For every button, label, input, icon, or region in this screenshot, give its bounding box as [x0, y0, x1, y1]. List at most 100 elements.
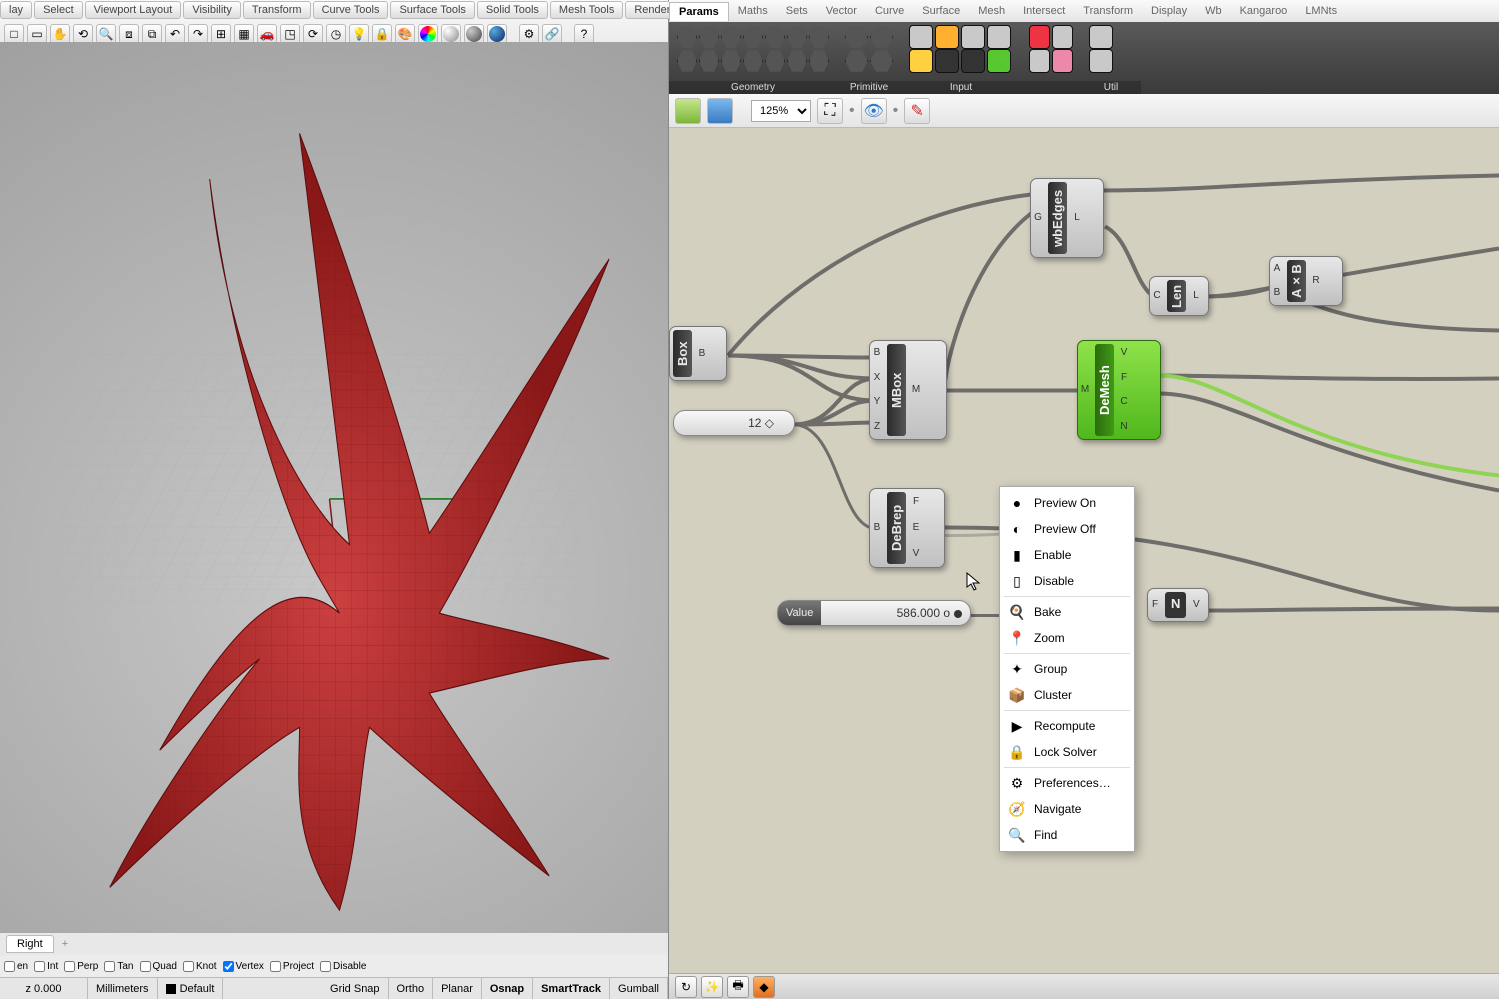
shelf-group-label[interactable]: Geometry	[669, 81, 837, 94]
shelf-component-icon[interactable]	[961, 49, 985, 73]
sphere2-icon[interactable]	[464, 24, 484, 44]
component-n[interactable]: F N V	[1147, 588, 1209, 622]
gh-tab-intersect[interactable]: Intersect	[1014, 2, 1074, 20]
car-icon[interactable]: 🚗	[257, 24, 277, 44]
component-debrep[interactable]: B DeBrep FEV	[869, 488, 945, 568]
shelf-component-icon[interactable]	[721, 49, 741, 73]
shelf-component-icon[interactable]	[677, 49, 697, 73]
slider-12[interactable]: 12 ◇	[673, 410, 795, 436]
open-file-icon[interactable]	[675, 98, 701, 124]
status-toggle-gridsnap[interactable]: Grid Snap	[322, 978, 389, 999]
shape-icon[interactable]: ◆	[753, 976, 775, 998]
new-icon[interactable]: □	[4, 24, 24, 44]
gh-tab-vector[interactable]: Vector	[817, 2, 866, 20]
refresh-icon[interactable]: ⟳	[303, 24, 323, 44]
shelf-component-icon[interactable]	[1052, 25, 1073, 49]
shelf-component-icon[interactable]	[1029, 25, 1050, 49]
rhino-tab-solid-tools[interactable]: Solid Tools	[477, 1, 548, 19]
gh-tab-params[interactable]: Params	[669, 2, 729, 21]
gh-tab-lmnts[interactable]: LMNts	[1296, 2, 1346, 20]
grid-icon[interactable]: ⊞	[211, 24, 231, 44]
zoom-icon[interactable]: 🔍	[96, 24, 116, 44]
ctx-zoom[interactable]: 📍Zoom	[1000, 625, 1134, 651]
ctx-recompute[interactable]: ▶Recompute	[1000, 713, 1134, 739]
ctx-enable[interactable]: ▮Enable	[1000, 542, 1134, 568]
shelf-component-icon[interactable]	[870, 49, 893, 73]
shelf-component-icon[interactable]	[870, 25, 893, 49]
rhino-tab-curve-tools[interactable]: Curve Tools	[313, 1, 389, 19]
component-mbox[interactable]: BXYZ MBox M	[869, 340, 947, 440]
zoom-select[interactable]: 125%	[751, 100, 811, 122]
render-icon[interactable]: 💡	[349, 24, 369, 44]
shelf-component-icon[interactable]	[765, 25, 785, 49]
shelf-component-icon[interactable]	[1029, 49, 1050, 73]
rhino-viewport[interactable]	[0, 42, 668, 933]
component-demesh[interactable]: M DeMesh VFCN	[1077, 340, 1161, 440]
clock-icon[interactable]: ◷	[326, 24, 346, 44]
status-toggle-planar[interactable]: Planar	[433, 978, 482, 999]
shelf-component-icon[interactable]	[909, 49, 933, 73]
shelf-group-label[interactable]	[1021, 81, 1081, 94]
shelf-component-icon[interactable]	[809, 49, 829, 73]
help-icon[interactable]: ?	[574, 24, 594, 44]
zoom-extents-icon[interactable]: ⛶	[817, 98, 843, 124]
osnap-tan[interactable]: Tan	[104, 961, 133, 972]
osnap-disable[interactable]: Disable	[320, 961, 366, 972]
shelf-group-label[interactable]: Input	[901, 81, 1021, 94]
gh-tab-mesh[interactable]: Mesh	[969, 2, 1014, 20]
shelf-component-icon[interactable]	[909, 25, 933, 49]
layers-icon[interactable]: ▦	[234, 24, 254, 44]
component-len[interactable]: C Len L	[1149, 276, 1209, 316]
shelf-component-icon[interactable]	[743, 25, 763, 49]
zoom-ext-icon[interactable]: ⧉	[142, 24, 162, 44]
rhino-tab-lay[interactable]: lay	[0, 1, 32, 19]
shelf-component-icon[interactable]	[1052, 49, 1073, 73]
zoom-win-icon[interactable]: ⧈	[119, 24, 139, 44]
ctx-cluster[interactable]: 📦Cluster	[1000, 682, 1134, 708]
sphere1-icon[interactable]	[441, 24, 461, 44]
component-axb[interactable]: AB A×B R	[1269, 256, 1343, 306]
ctx-preview-off[interactable]: ◐Preview Off	[1000, 516, 1134, 542]
ctx-group[interactable]: ✦Group	[1000, 656, 1134, 682]
pan-icon[interactable]: ✋	[50, 24, 70, 44]
shelf-component-icon[interactable]	[1089, 25, 1113, 49]
shelf-component-icon[interactable]	[1089, 49, 1113, 73]
shelf-component-icon[interactable]	[765, 49, 785, 73]
wand-icon[interactable]: ✨	[701, 976, 723, 998]
osnap-int[interactable]: Int	[34, 961, 58, 972]
gh-tab-wb[interactable]: Wb	[1196, 2, 1231, 20]
lock-icon[interactable]: 🔒	[372, 24, 392, 44]
status-toggle-smarttrack[interactable]: SmartTrack	[533, 978, 610, 999]
component-box[interactable]: Box B	[669, 326, 727, 381]
status-toggle-ortho[interactable]: Ortho	[389, 978, 434, 999]
ctx-navigate[interactable]: 🧭Navigate	[1000, 796, 1134, 822]
gh-tab-kangaroo[interactable]: Kangaroo	[1231, 2, 1297, 20]
component-wbedges[interactable]: G wbEdges L	[1030, 178, 1104, 258]
shelf-component-icon[interactable]	[987, 49, 1011, 73]
shelf-component-icon[interactable]	[699, 25, 719, 49]
shelf-component-icon[interactable]	[787, 25, 807, 49]
gh-tab-surface[interactable]: Surface	[913, 2, 969, 20]
viewport-add-tab[interactable]: +	[54, 936, 76, 952]
ctx-disable[interactable]: ▯Disable	[1000, 568, 1134, 594]
rhino-tab-mesh-tools[interactable]: Mesh Tools	[550, 1, 623, 19]
open-icon[interactable]: ▭	[27, 24, 47, 44]
save-file-icon[interactable]	[707, 98, 733, 124]
shelf-component-icon[interactable]	[809, 25, 829, 49]
status-layer[interactable]: Default	[158, 978, 224, 999]
shelf-component-icon[interactable]	[961, 25, 985, 49]
shelf-component-icon[interactable]	[935, 49, 959, 73]
undo-icon[interactable]: ↶	[165, 24, 185, 44]
gh-tab-sets[interactable]: Sets	[777, 2, 817, 20]
ctx-preview-on[interactable]: ●Preview On	[1000, 490, 1134, 516]
shelf-component-icon[interactable]	[699, 49, 719, 73]
shelf-component-icon[interactable]	[845, 25, 868, 49]
shelf-component-icon[interactable]	[721, 25, 741, 49]
preview-mode-icon[interactable]: 👁	[861, 98, 887, 124]
shelf-component-icon[interactable]	[845, 49, 868, 73]
ctx-find[interactable]: 🔍Find	[1000, 822, 1134, 848]
rhino-tab-viewport-layout[interactable]: Viewport Layout	[85, 1, 182, 19]
shelf-component-icon[interactable]	[743, 49, 763, 73]
gh-tab-maths[interactable]: Maths	[729, 2, 777, 20]
osnap-quad[interactable]: Quad	[140, 961, 177, 972]
